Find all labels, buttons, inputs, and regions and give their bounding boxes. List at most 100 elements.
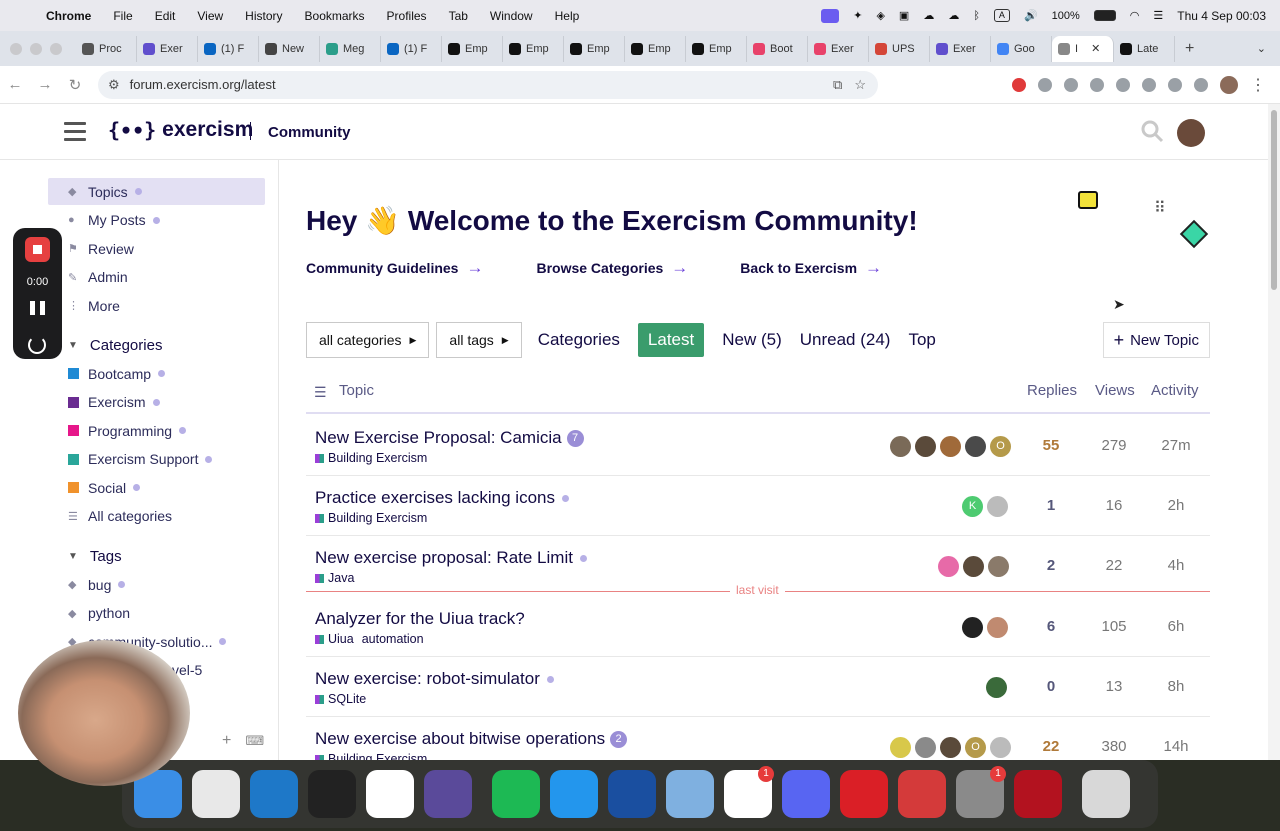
browser-tab[interactable]: Goo	[991, 35, 1052, 62]
app-name-menu[interactable]: Chrome	[46, 9, 91, 23]
dock-trash-icon[interactable]	[1082, 770, 1130, 818]
topic-title-link[interactable]: New exercise about bitwise operations 2	[315, 729, 628, 749]
dock-docker-icon[interactable]	[550, 770, 598, 818]
menu-item[interactable]: Profiles	[387, 9, 427, 23]
replies-count[interactable]: 22	[1026, 738, 1076, 755]
poster-avatar[interactable]: O	[990, 436, 1011, 457]
quick-link[interactable]: Community Guidelines →	[306, 258, 483, 278]
sidebar-item-review[interactable]: ⚑ Review	[48, 235, 265, 262]
poster-avatar[interactable]	[915, 436, 936, 457]
poster-avatar[interactable]: O	[965, 737, 986, 758]
community-title[interactable]: Community	[268, 124, 351, 141]
replies-count[interactable]: 6	[1026, 618, 1076, 635]
browser-tab[interactable]: I ✕	[1052, 35, 1114, 62]
browser-tab[interactable]: Late	[1114, 35, 1175, 62]
reload-button[interactable]: ↻	[60, 76, 90, 94]
chrome-menu-icon[interactable]: ⋮	[1250, 75, 1266, 95]
poster-avatar[interactable]	[890, 436, 911, 457]
weather-icon[interactable]: ☁	[923, 9, 934, 22]
topic-tag[interactable]: automation	[362, 632, 424, 646]
reading-list-icon[interactable]	[1194, 77, 1208, 92]
browser-tab[interactable]: Proc	[76, 35, 137, 62]
extension-icon[interactable]	[1090, 77, 1104, 92]
browser-tab[interactable]: Boot	[747, 35, 808, 62]
topic-title-link[interactable]: Practice exercises lacking icons	[315, 488, 569, 508]
bluetooth-icon[interactable]: ᛒ	[973, 10, 980, 22]
pause-button[interactable]	[30, 301, 45, 315]
poster-avatar[interactable]	[938, 556, 959, 577]
activity-time[interactable]: 4h	[1148, 557, 1204, 574]
topic-row[interactable]: Practice exercises lacking icons Building…	[306, 476, 1210, 536]
apps-grid-icon[interactable]: ⠿	[1154, 198, 1166, 218]
topic-row[interactable]: Analyzer for the Uiua track? Uiua automati…	[306, 597, 1210, 657]
tab-categories[interactable]: Categories	[538, 326, 620, 354]
sidebar-category[interactable]: ☰ All categories	[48, 503, 265, 530]
dock-creative-cloud-icon[interactable]	[840, 770, 888, 818]
topic-row[interactable]: New exercise about bitwise operations 2 Bu…	[306, 717, 1210, 760]
dock-vscode-icon[interactable]	[250, 770, 298, 818]
extension-icon[interactable]	[1142, 77, 1156, 92]
menu-item[interactable]: History	[245, 9, 282, 23]
butterfly-icon[interactable]: ✦	[853, 9, 862, 22]
activity-time[interactable]: 27m	[1148, 437, 1204, 454]
sidebar-category[interactable]: Programming	[48, 417, 265, 444]
ublock-icon[interactable]	[1012, 77, 1026, 92]
poster-avatar[interactable]	[962, 617, 983, 638]
topic-category[interactable]: Uiua automation	[315, 632, 424, 646]
install-icon[interactable]: ⧉	[833, 77, 842, 93]
extension-icon[interactable]	[1038, 77, 1052, 92]
menu-item[interactable]: View	[197, 9, 223, 23]
wifi-icon[interactable]: ◠	[1130, 9, 1140, 22]
list-icon[interactable]: ☰	[314, 384, 327, 401]
topic-column-header[interactable]: Topic	[339, 382, 374, 399]
replies-count[interactable]: 1	[1026, 497, 1076, 514]
topic-category[interactable]: Java	[315, 571, 354, 585]
poster-avatar[interactable]	[940, 436, 961, 457]
battery-icon[interactable]	[1093, 10, 1116, 21]
topic-title-link[interactable]: New exercise: robot-simulator	[315, 669, 554, 689]
sidebar-tag[interactable]: vel-5	[172, 657, 252, 684]
forward-button[interactable]: →	[30, 76, 60, 93]
poster-avatar[interactable]	[987, 617, 1008, 638]
activity-time[interactable]: 14h	[1148, 738, 1204, 755]
input-source-icon[interactable]: A	[993, 9, 1010, 22]
dock-slack-icon[interactable]: 1	[724, 766, 774, 818]
new-topic-button[interactable]: + New Topic	[1102, 322, 1210, 358]
dock-chrome-icon[interactable]	[192, 770, 240, 818]
browser-tab[interactable]: (1) F	[381, 35, 442, 62]
zoom-window-button[interactable]	[50, 42, 62, 55]
search-icon[interactable]	[1140, 119, 1164, 143]
tab-search-button[interactable]: ⌄	[1257, 42, 1266, 55]
browser-tab[interactable]: New	[259, 35, 320, 62]
poster-avatar[interactable]	[988, 556, 1009, 577]
add-icon[interactable]: +	[222, 732, 231, 749]
volume-icon[interactable]: 🔊	[1024, 9, 1038, 22]
dock-discord-icon[interactable]	[782, 770, 830, 818]
activity-time[interactable]: 2h	[1148, 497, 1204, 514]
new-posts-badge[interactable]: 7	[566, 429, 584, 447]
poster-avatar[interactable]	[987, 496, 1008, 517]
categories-heading[interactable]: ▼ Categories	[68, 337, 162, 354]
dock-spotify-icon[interactable]	[492, 770, 540, 818]
dock-system-settings-icon[interactable]: 1	[956, 766, 1006, 818]
poster-avatar[interactable]	[965, 436, 986, 457]
views-column-header[interactable]: Views	[1095, 382, 1135, 399]
browser-tab[interactable]: Emp	[625, 35, 686, 62]
hamburger-menu-icon[interactable]	[64, 122, 86, 146]
dock-1password-icon[interactable]	[608, 770, 656, 818]
poster-avatar[interactable]	[915, 737, 936, 758]
stop-recording-button[interactable]	[25, 237, 50, 262]
stack-icon[interactable]: ◈	[876, 9, 884, 22]
menu-item[interactable]: Window	[490, 9, 533, 23]
topic-row[interactable]: New exercise: robot-simulator SQLite 0 13 8h	[306, 657, 1210, 717]
browser-tab[interactable]: Emp	[686, 35, 747, 62]
close-tab-icon[interactable]: ✕	[1091, 42, 1100, 55]
url-bar[interactable]: ⚙ forum.exercism.org/latest ⧉ ☆	[98, 70, 878, 99]
activity-time[interactable]: 8h	[1148, 678, 1204, 695]
minimize-window-button[interactable]	[30, 42, 42, 55]
scrollbar-thumb[interactable]	[1271, 110, 1277, 290]
control-center-icon[interactable]: ☰	[1153, 9, 1163, 22]
sidebar-category[interactable]: Bootcamp	[48, 360, 265, 387]
sidebar-item-my-posts[interactable]: ● My Posts	[48, 207, 265, 234]
menu-item[interactable]: Edit	[155, 9, 176, 23]
